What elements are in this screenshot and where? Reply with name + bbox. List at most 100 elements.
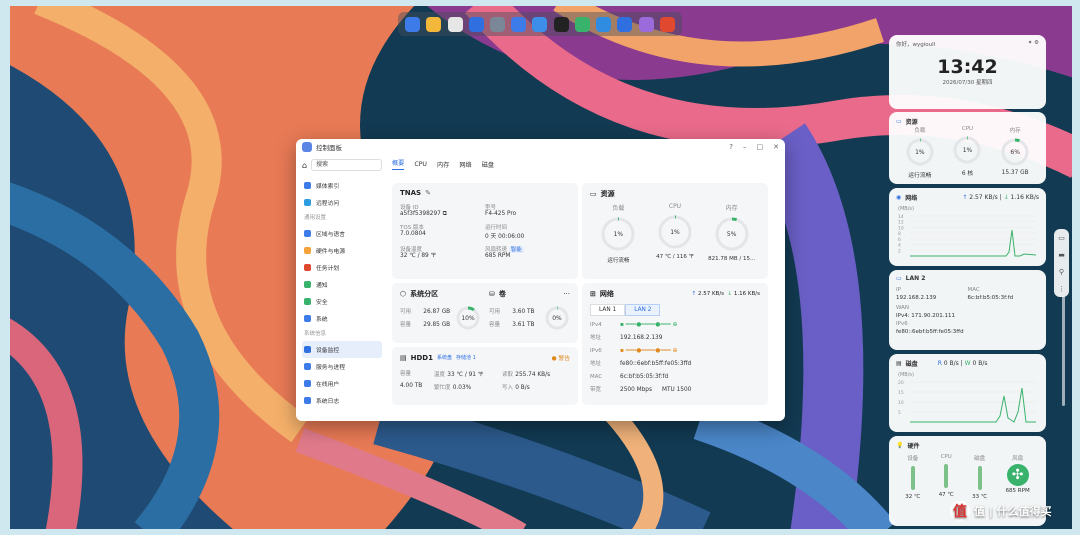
- sidebar-item-label: 服务与进程: [316, 365, 345, 371]
- sidebar-item[interactable]: 任务计划: [302, 259, 382, 276]
- speed-label: 带宽: [590, 387, 602, 393]
- lan-ip: 192.168.2.139: [896, 295, 937, 301]
- sidebar-item[interactable]: 通知: [302, 276, 382, 293]
- gauge-sub: 运行流畅: [607, 258, 630, 264]
- hw-fan: 685 RPM: [1005, 488, 1030, 494]
- widget-gauge-sub: 运行流畅: [908, 173, 932, 179]
- game-icon[interactable]: [659, 16, 675, 32]
- home-icon[interactable]: ⌂: [302, 161, 307, 170]
- search-placeholder: 搜索: [316, 161, 329, 168]
- docker-icon[interactable]: [596, 16, 612, 32]
- tab[interactable]: 概要: [392, 158, 405, 170]
- search-icon[interactable]: ⚲: [1059, 268, 1064, 276]
- gauge-ring: 5%: [714, 216, 750, 252]
- widget-gauge: 内存 6% 15.37 GB: [1000, 126, 1030, 179]
- lan-tab[interactable]: LAN 1: [590, 304, 626, 316]
- sidebar-item[interactable]: 在线用户: [302, 375, 382, 392]
- hw-dev-label: 设备: [907, 456, 919, 462]
- more-icon[interactable]: ···: [563, 290, 570, 298]
- graph-tick: 8: [898, 231, 901, 237]
- docs-icon[interactable]: [511, 16, 527, 32]
- ring-value: 6%: [1010, 148, 1020, 156]
- drive-icon[interactable]: [638, 16, 654, 32]
- tab[interactable]: 网络: [459, 160, 471, 169]
- clock-widget: 你好，wygioull ✦ ⚙ 13:42 2026/07/30 星期四: [889, 35, 1046, 109]
- addr6-label: 地址: [590, 361, 602, 367]
- widget-gauge-ring: 1%: [952, 135, 982, 165]
- database-icon: ⛁: [489, 290, 495, 298]
- sidebar-item-label: 在线用户: [316, 382, 340, 388]
- sidebar-item-label: 系统: [316, 317, 328, 323]
- minimize-icon[interactable]: –: [743, 143, 747, 151]
- pin-icon[interactable]: ✦ ⚙: [1028, 40, 1039, 48]
- terminal-icon[interactable]: [553, 16, 569, 32]
- sidebar-item[interactable]: 媒体索引: [302, 177, 382, 194]
- clock-icon[interactable]: [468, 16, 484, 32]
- lan-tab[interactable]: LAN 2: [625, 304, 661, 316]
- file-manager-icon[interactable]: [405, 16, 421, 32]
- gauge-label: 负载: [612, 205, 625, 212]
- network-up: 2.57 KB/s: [697, 291, 725, 297]
- close-icon[interactable]: ✕: [773, 143, 779, 151]
- sidebar-item[interactable]: 服务与进程: [302, 358, 382, 375]
- sidebar-item-icon: [304, 264, 311, 271]
- ring-value: 0%: [552, 314, 562, 322]
- app-center-icon[interactable]: [447, 16, 463, 32]
- sidebar-item[interactable]: 安全: [302, 293, 382, 310]
- hdd-temp-label: 温度: [434, 372, 446, 378]
- disk-widget-title: 磁盘: [905, 361, 918, 368]
- sidebar-item-icon: [304, 397, 311, 404]
- sidebar-item-label: 区域与语言: [316, 232, 345, 238]
- uptime-value: 0 天 00:06:00: [485, 234, 525, 240]
- sidebar-item[interactable]: 区域与语言: [302, 225, 382, 242]
- tab[interactable]: 内存: [437, 160, 449, 169]
- notes-icon[interactable]: [426, 16, 442, 32]
- w-net-down: 1.16 KB/s: [1010, 194, 1039, 201]
- ipv6-label: IPv6: [590, 348, 602, 354]
- lan-ip-label: IP: [896, 287, 901, 293]
- widget-scrollbar[interactable]: [1062, 296, 1065, 406]
- mac-label: MAC: [590, 374, 603, 380]
- w-download-icon: ↓: [1003, 194, 1009, 201]
- settings-icon[interactable]: [489, 16, 505, 32]
- partition-title: 系统分区: [410, 290, 439, 298]
- headset-icon[interactable]: [617, 16, 633, 32]
- hdd-busy: 0.03%: [452, 385, 472, 391]
- network-widget-title: 网络: [905, 195, 918, 202]
- gauge-ring: 1%: [657, 214, 693, 250]
- sidebar-item[interactable]: 设备监控: [302, 341, 382, 358]
- sidebar-item[interactable]: 硬件与电源: [302, 242, 382, 259]
- sidebar-item[interactable]: 系统日志: [302, 392, 382, 409]
- monitor-icon: ▭: [590, 190, 597, 198]
- hdd-title: HDD1: [410, 353, 433, 362]
- mail-icon[interactable]: [532, 16, 548, 32]
- sidebar-item-icon: [304, 315, 311, 322]
- tab[interactable]: 磁盘: [482, 160, 494, 169]
- sidebar: ⌂ 搜索 媒体索引 远程访问 通用设置 区域与语言 硬件与电源 任务计划 通知 安全 系统 …: [296, 155, 388, 421]
- hdd-read: 255.74 KB/s: [515, 372, 551, 378]
- lan-widget: ▭ LAN 2 IP 192.168.2.139 MAC 6c:bf:b5:05:3f…: [889, 270, 1046, 350]
- cube-icon: ⬡: [400, 290, 407, 298]
- graph-tick: 6: [898, 237, 901, 243]
- store-icon[interactable]: [574, 16, 590, 32]
- window-titlebar[interactable]: 控制面板 ? – □ ✕: [296, 139, 785, 155]
- window-icon[interactable]: ▬: [1058, 251, 1065, 259]
- tab[interactable]: CPU: [414, 161, 427, 168]
- storage-card: ⬡ 系统分区 可用 26.87 GB 容量 29.85 GB 10% ⛁ 卷 ··· …: [392, 283, 578, 343]
- mac-value: 6c:bf:b5:05:3f:fd: [620, 374, 669, 380]
- sidebar-item[interactable]: 系统: [302, 310, 382, 327]
- sidebar-item[interactable]: 远程访问: [302, 194, 382, 211]
- graph-tick: 5: [898, 410, 901, 416]
- edit-icon[interactable]: ✎: [425, 189, 431, 197]
- help-icon[interactable]: ?: [729, 143, 733, 151]
- tos-label: TOS 版本: [400, 225, 424, 231]
- sidebar-item-icon: [304, 281, 311, 288]
- copy-icon[interactable]: ⧉: [443, 211, 447, 217]
- more-icon[interactable]: ⋮: [1058, 285, 1065, 293]
- chat-icon[interactable]: ▭: [1058, 234, 1065, 242]
- search-input[interactable]: 搜索: [311, 159, 382, 171]
- resources-card: ▭ 资源 负载 1% 运行流畅 CPU 1% 47 ℃ / 116 ℉ 内存 5% 821.78 …: [582, 183, 768, 279]
- maximize-icon[interactable]: □: [757, 143, 764, 151]
- network-title: 网络: [599, 290, 614, 298]
- device-id-label: 设备 ID: [400, 205, 419, 211]
